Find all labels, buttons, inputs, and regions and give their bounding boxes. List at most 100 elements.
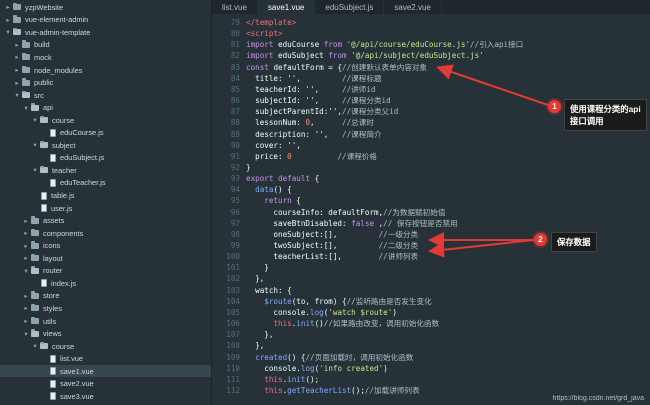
chevron-right-icon[interactable]: ▸ — [13, 53, 21, 61]
chevron-right-icon[interactable]: ▸ — [13, 66, 21, 74]
tree-folder[interactable]: ▸ yzpWebsite — [0, 1, 211, 14]
chevron-down-icon[interactable]: ▾ — [31, 342, 39, 350]
code-line[interactable]: 97 saveBtnDisabled: false ,// 保存按钮是否禁用 — [212, 218, 650, 229]
tree-file[interactable]: user.js — [0, 202, 211, 215]
tree-file[interactable]: eduTeacher.js — [0, 177, 211, 190]
code-line[interactable]: 82 import eduSubject from '@/api/subject/… — [212, 50, 650, 61]
code-line[interactable]: 110 console.log('info created') — [212, 363, 650, 374]
tree-folder[interactable]: ▸ build — [0, 39, 211, 52]
tree-folder[interactable]: ▾ views — [0, 327, 211, 340]
tree-item-label: teacher — [52, 165, 77, 175]
code-line[interactable]: 94 data() { — [212, 184, 650, 195]
chevron-right-icon[interactable]: ▸ — [22, 229, 30, 237]
chevron-right-icon[interactable]: ▸ — [13, 41, 21, 49]
code-line[interactable]: 100 teacherList:[], //讲师列表 — [212, 251, 650, 262]
tree-folder[interactable]: ▸ components — [0, 227, 211, 240]
tab-save2-vue[interactable]: save2.vue — [384, 0, 442, 14]
tree-folder[interactable]: ▸ styles — [0, 302, 211, 315]
tree-folder[interactable]: ▸ assets — [0, 214, 211, 227]
code-line[interactable]: 95 return { — [212, 195, 650, 206]
code-line[interactable]: 83 const defaultForm = {//创建默认表单内容对象 — [212, 62, 650, 73]
code-line[interactable]: 92} — [212, 162, 650, 173]
line-number: 86 — [230, 96, 240, 106]
code-token: //一级分类 — [378, 229, 419, 239]
code-line[interactable]: 93 export default { — [212, 173, 650, 184]
chevron-right-icon[interactable]: ▸ — [22, 242, 30, 250]
code-line[interactable]: 96 courseInfo: defaultForm,//为数据赋初始值 — [212, 207, 650, 218]
code-line[interactable]: 103 watch: { — [212, 285, 650, 296]
chevron-right-icon[interactable]: ▸ — [4, 16, 12, 24]
tree-folder[interactable]: ▸ store — [0, 290, 211, 303]
folder-icon — [40, 341, 48, 350]
chevron-right-icon[interactable]: ▸ — [13, 79, 21, 87]
code-token: export default — [246, 174, 315, 184]
tree-folder[interactable]: ▸ utils — [0, 315, 211, 328]
tree-file[interactable]: list.vue — [0, 352, 211, 365]
chevron-down-icon[interactable]: ▾ — [31, 141, 39, 149]
tree-folder[interactable]: ▾ subject — [0, 139, 211, 152]
tree-file[interactable]: eduSubject.js — [0, 152, 211, 165]
tree-folder[interactable]: ▾ course — [0, 340, 211, 353]
tree-folder[interactable]: ▸ layout — [0, 252, 211, 265]
code-line[interactable]: 107 }, — [212, 329, 650, 340]
chevron-down-icon[interactable]: ▾ — [31, 116, 39, 124]
tree-item-label: user.js — [51, 203, 73, 213]
chevron-right-icon[interactable]: ▸ — [22, 217, 30, 225]
tree-folder[interactable]: ▾ vue-admin-template — [0, 26, 211, 39]
code-token: title: '', — [246, 73, 343, 83]
line-number: 83 — [230, 62, 240, 72]
chevron-down-icon[interactable]: ▾ — [31, 166, 39, 174]
chevron-down-icon[interactable]: ▾ — [13, 91, 21, 99]
tree-file[interactable]: table.js — [0, 189, 211, 202]
tree-file[interactable]: eduCourse.js — [0, 127, 211, 140]
code-line[interactable]: 101 } — [212, 262, 650, 273]
chevron-down-icon[interactable]: ▾ — [22, 104, 30, 112]
chevron-down-icon[interactable]: ▾ — [4, 28, 12, 36]
code-line[interactable]: 79 </template> — [212, 17, 650, 28]
code-line[interactable]: 90 cover: '', — [212, 140, 650, 151]
code-line[interactable]: 81 import eduCourse from '@/api/course/ed… — [212, 39, 650, 50]
tree-folder[interactable]: ▾ course — [0, 114, 211, 127]
chevron-down-icon[interactable]: ▾ — [22, 330, 30, 338]
chevron-right-icon[interactable]: ▸ — [22, 254, 30, 262]
tab-save1-vue[interactable]: save1.vue — [257, 0, 316, 14]
chevron-right-icon[interactable]: ▸ — [22, 292, 30, 300]
tree-file[interactable]: index.js — [0, 277, 211, 290]
code-token: courseInfo: defaultForm, — [246, 207, 384, 217]
chevron-right-icon[interactable]: ▸ — [4, 3, 12, 11]
code-line[interactable]: 106 this.init()//如果路由改变，调用初始化函数 — [212, 318, 650, 329]
code-token: subjectParentId:'', — [246, 107, 343, 117]
chevron-right-icon[interactable]: ▸ — [22, 317, 30, 325]
tree-folder[interactable]: ▸ mock — [0, 51, 211, 64]
chevron-down-icon[interactable]: ▾ — [22, 267, 30, 275]
tree-folder[interactable]: ▸ icons — [0, 239, 211, 252]
tree-folder[interactable]: ▾ api — [0, 101, 211, 114]
code-line[interactable]: 91 price: 0 //课程价格 — [212, 151, 650, 162]
tree-folder[interactable]: ▸ vue-element-admin — [0, 14, 211, 27]
code-line[interactable]: 85 teacherId: '', //讲师id — [212, 84, 650, 95]
code-editor[interactable]: 79 </template> 80 <script> 81 import eduCours… — [212, 14, 650, 405]
code-line[interactable]: 105 console.log('watch $route') — [212, 307, 650, 318]
line-number: 102 — [226, 274, 240, 284]
tree-item-label: save3.vue — [60, 391, 94, 401]
code-line[interactable]: 111 this.init(); — [212, 374, 650, 385]
code-line[interactable]: 84 title: '', //课程标题 — [212, 73, 650, 84]
tab-edusubject-js[interactable]: eduSubject.js — [315, 0, 385, 14]
tree-folder[interactable]: ▾ src — [0, 89, 211, 102]
code-line[interactable]: 104 $route(to, from) {//监听路由是否发生变化 — [212, 296, 650, 307]
tree-folder[interactable]: ▸ node_modules — [0, 64, 211, 77]
code-line[interactable]: 102 }, — [212, 273, 650, 284]
code-line[interactable]: 80 <script> — [212, 28, 650, 39]
tree-item-label: icons — [43, 241, 61, 251]
tree-folder[interactable]: ▸ public — [0, 76, 211, 89]
code-line[interactable]: 109 created() {//页面加载时，调用初始化函数 — [212, 352, 650, 363]
tree-file[interactable]: save1.vue — [0, 364, 211, 378]
tree-file[interactable]: save2.vue — [0, 378, 211, 391]
tree-file[interactable]: save3.vue — [0, 390, 211, 403]
tree-folder[interactable]: ▾ teacher — [0, 164, 211, 177]
tab-list-vue[interactable]: list.vue — [212, 0, 258, 14]
tree-folder[interactable]: ▾ router — [0, 265, 211, 278]
chevron-right-icon[interactable]: ▸ — [22, 304, 30, 312]
code-line[interactable]: 108 }, — [212, 340, 650, 351]
line-number: 95 — [230, 196, 240, 206]
